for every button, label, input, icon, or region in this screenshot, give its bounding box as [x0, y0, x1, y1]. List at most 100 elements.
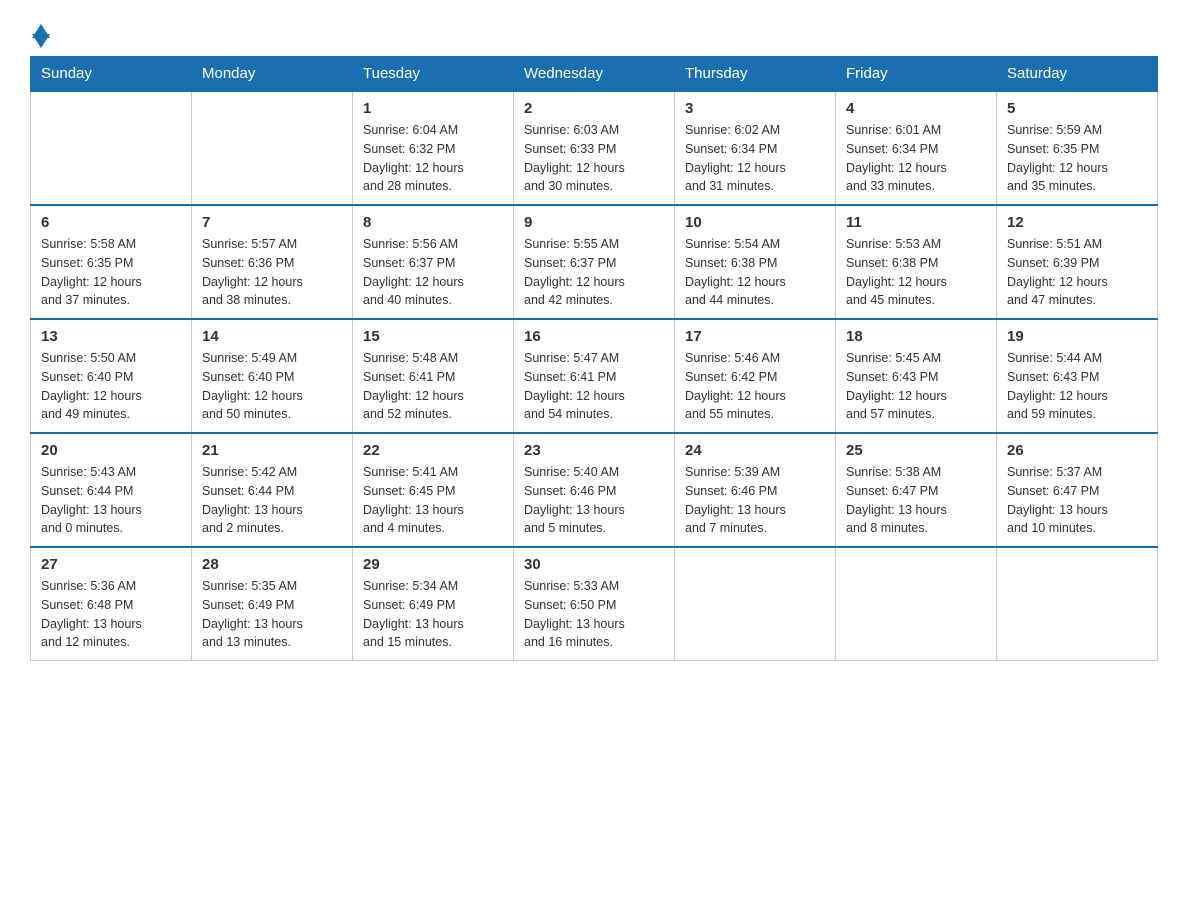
calendar-cell: 11 Sunrise: 5:53 AM Sunset: 6:38 PM Dayli… — [836, 205, 997, 319]
day-info: Sunrise: 5:54 AM Sunset: 6:38 PM Dayligh… — [685, 235, 825, 310]
day-info: Sunrise: 5:43 AM Sunset: 6:44 PM Dayligh… — [41, 463, 181, 538]
calendar-cell: 22 Sunrise: 5:41 AM Sunset: 6:45 PM Dayli… — [353, 433, 514, 547]
day-number: 28 — [202, 556, 342, 573]
day-number: 14 — [202, 328, 342, 345]
calendar-cell: 18 Sunrise: 5:45 AM Sunset: 6:43 PM Dayli… — [836, 319, 997, 433]
day-number: 1 — [363, 100, 503, 117]
day-info: Sunrise: 5:53 AM Sunset: 6:38 PM Dayligh… — [846, 235, 986, 310]
weekday-header-sunday: Sunday — [31, 57, 192, 92]
day-info: Sunrise: 5:46 AM Sunset: 6:42 PM Dayligh… — [685, 349, 825, 424]
calendar-cell: 19 Sunrise: 5:44 AM Sunset: 6:43 PM Dayli… — [997, 319, 1158, 433]
weekday-header-row: SundayMondayTuesdayWednesdayThursdayFrid… — [31, 57, 1158, 92]
day-number: 27 — [41, 556, 181, 573]
calendar-table: SundayMondayTuesdayWednesdayThursdayFrid… — [30, 56, 1158, 661]
day-info: Sunrise: 5:41 AM Sunset: 6:45 PM Dayligh… — [363, 463, 503, 538]
calendar-cell: 9 Sunrise: 5:55 AM Sunset: 6:37 PM Daylig… — [514, 205, 675, 319]
calendar-cell: 16 Sunrise: 5:47 AM Sunset: 6:41 PM Dayli… — [514, 319, 675, 433]
day-number: 24 — [685, 442, 825, 459]
day-info: Sunrise: 5:33 AM Sunset: 6:50 PM Dayligh… — [524, 577, 664, 652]
day-number: 19 — [1007, 328, 1147, 345]
day-number: 21 — [202, 442, 342, 459]
day-number: 2 — [524, 100, 664, 117]
day-number: 23 — [524, 442, 664, 459]
calendar-cell: 27 Sunrise: 5:36 AM Sunset: 6:48 PM Dayli… — [31, 547, 192, 661]
day-number: 7 — [202, 214, 342, 231]
day-info: Sunrise: 5:44 AM Sunset: 6:43 PM Dayligh… — [1007, 349, 1147, 424]
day-info: Sunrise: 5:38 AM Sunset: 6:47 PM Dayligh… — [846, 463, 986, 538]
calendar-cell: 4Sunrise: 6:01 AM Sunset: 6:34 PM Daylig… — [836, 91, 997, 205]
day-number: 29 — [363, 556, 503, 573]
day-number: 10 — [685, 214, 825, 231]
calendar-cell: 7 Sunrise: 5:57 AM Sunset: 6:36 PM Daylig… — [192, 205, 353, 319]
calendar-cell: 10 Sunrise: 5:54 AM Sunset: 6:38 PM Dayli… — [675, 205, 836, 319]
day-info: Sunrise: 6:04 AM Sunset: 6:32 PM Dayligh… — [363, 121, 503, 196]
day-number: 13 — [41, 328, 181, 345]
calendar-week-row: 13Sunrise: 5:50 AM Sunset: 6:40 PM Dayli… — [31, 319, 1158, 433]
calendar-cell: 24Sunrise: 5:39 AM Sunset: 6:46 PM Dayli… — [675, 433, 836, 547]
calendar-cell: 1 Sunrise: 6:04 AM Sunset: 6:32 PM Daylig… — [353, 91, 514, 205]
day-info: Sunrise: 6:01 AM Sunset: 6:34 PM Dayligh… — [846, 121, 986, 196]
day-info: Sunrise: 5:36 AM Sunset: 6:48 PM Dayligh… — [41, 577, 181, 652]
day-number: 5 — [1007, 100, 1147, 117]
day-info: Sunrise: 5:51 AM Sunset: 6:39 PM Dayligh… — [1007, 235, 1147, 310]
calendar-cell: 29 Sunrise: 5:34 AM Sunset: 6:49 PM Dayli… — [353, 547, 514, 661]
day-info: Sunrise: 5:37 AM Sunset: 6:47 PM Dayligh… — [1007, 463, 1147, 538]
calendar-cell: 21 Sunrise: 5:42 AM Sunset: 6:44 PM Dayli… — [192, 433, 353, 547]
weekday-header-monday: Monday — [192, 57, 353, 92]
day-number: 16 — [524, 328, 664, 345]
calendar-cell: 13Sunrise: 5:50 AM Sunset: 6:40 PM Dayli… — [31, 319, 192, 433]
calendar-week-row: 6 Sunrise: 5:58 AM Sunset: 6:35 PM Daylig… — [31, 205, 1158, 319]
weekday-header-wednesday: Wednesday — [514, 57, 675, 92]
calendar-cell: 6 Sunrise: 5:58 AM Sunset: 6:35 PM Daylig… — [31, 205, 192, 319]
day-info: Sunrise: 5:59 AM Sunset: 6:35 PM Dayligh… — [1007, 121, 1147, 196]
calendar-cell: 14 Sunrise: 5:49 AM Sunset: 6:40 PM Dayli… — [192, 319, 353, 433]
calendar-cell: 8 Sunrise: 5:56 AM Sunset: 6:37 PM Daylig… — [353, 205, 514, 319]
day-number: 25 — [846, 442, 986, 459]
day-info: Sunrise: 5:34 AM Sunset: 6:49 PM Dayligh… — [363, 577, 503, 652]
day-info: Sunrise: 5:42 AM Sunset: 6:44 PM Dayligh… — [202, 463, 342, 538]
day-number: 15 — [363, 328, 503, 345]
day-info: Sunrise: 5:56 AM Sunset: 6:37 PM Dayligh… — [363, 235, 503, 310]
logo — [30, 20, 50, 44]
day-number: 30 — [524, 556, 664, 573]
day-info: Sunrise: 5:35 AM Sunset: 6:49 PM Dayligh… — [202, 577, 342, 652]
calendar-cell: 15Sunrise: 5:48 AM Sunset: 6:41 PM Dayli… — [353, 319, 514, 433]
day-info: Sunrise: 5:47 AM Sunset: 6:41 PM Dayligh… — [524, 349, 664, 424]
day-number: 26 — [1007, 442, 1147, 459]
calendar-cell: 28 Sunrise: 5:35 AM Sunset: 6:49 PM Dayli… — [192, 547, 353, 661]
day-info: Sunrise: 5:49 AM Sunset: 6:40 PM Dayligh… — [202, 349, 342, 424]
calendar-cell — [192, 91, 353, 205]
day-number: 8 — [363, 214, 503, 231]
calendar-week-row: 20Sunrise: 5:43 AM Sunset: 6:44 PM Dayli… — [31, 433, 1158, 547]
calendar-week-row: 27 Sunrise: 5:36 AM Sunset: 6:48 PM Dayli… — [31, 547, 1158, 661]
day-info: Sunrise: 6:03 AM Sunset: 6:33 PM Dayligh… — [524, 121, 664, 196]
calendar-cell: 3Sunrise: 6:02 AM Sunset: 6:34 PM Daylig… — [675, 91, 836, 205]
day-number: 18 — [846, 328, 986, 345]
calendar-cell — [675, 547, 836, 661]
day-info: Sunrise: 5:55 AM Sunset: 6:37 PM Dayligh… — [524, 235, 664, 310]
weekday-header-thursday: Thursday — [675, 57, 836, 92]
calendar-cell: 20Sunrise: 5:43 AM Sunset: 6:44 PM Dayli… — [31, 433, 192, 547]
day-info: Sunrise: 5:58 AM Sunset: 6:35 PM Dayligh… — [41, 235, 181, 310]
calendar-cell: 25 Sunrise: 5:38 AM Sunset: 6:47 PM Dayli… — [836, 433, 997, 547]
day-info: Sunrise: 5:45 AM Sunset: 6:43 PM Dayligh… — [846, 349, 986, 424]
weekday-header-tuesday: Tuesday — [353, 57, 514, 92]
day-number: 22 — [363, 442, 503, 459]
day-info: Sunrise: 6:02 AM Sunset: 6:34 PM Dayligh… — [685, 121, 825, 196]
day-number: 6 — [41, 214, 181, 231]
page-header — [30, 20, 1158, 44]
calendar-cell: 30 Sunrise: 5:33 AM Sunset: 6:50 PM Dayli… — [514, 547, 675, 661]
weekday-header-friday: Friday — [836, 57, 997, 92]
calendar-cell: 5 Sunrise: 5:59 AM Sunset: 6:35 PM Daylig… — [997, 91, 1158, 205]
calendar-cell: 12 Sunrise: 5:51 AM Sunset: 6:39 PM Dayli… — [997, 205, 1158, 319]
day-number: 9 — [524, 214, 664, 231]
calendar-week-row: 1 Sunrise: 6:04 AM Sunset: 6:32 PM Daylig… — [31, 91, 1158, 205]
calendar-cell — [836, 547, 997, 661]
calendar-cell: 26 Sunrise: 5:37 AM Sunset: 6:47 PM Dayli… — [997, 433, 1158, 547]
day-info: Sunrise: 5:57 AM Sunset: 6:36 PM Dayligh… — [202, 235, 342, 310]
day-number: 17 — [685, 328, 825, 345]
calendar-cell: 23Sunrise: 5:40 AM Sunset: 6:46 PM Dayli… — [514, 433, 675, 547]
day-number: 11 — [846, 214, 986, 231]
calendar-cell: 17 Sunrise: 5:46 AM Sunset: 6:42 PM Dayli… — [675, 319, 836, 433]
day-number: 12 — [1007, 214, 1147, 231]
